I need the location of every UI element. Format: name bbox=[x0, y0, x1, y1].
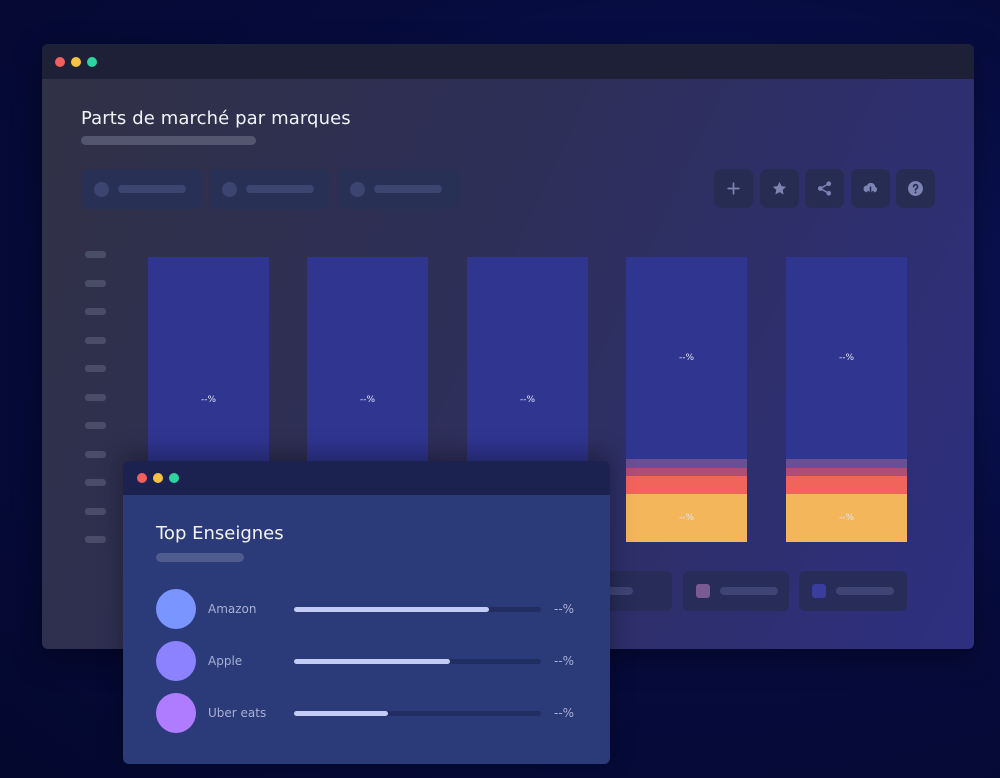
filter-icon-placeholder bbox=[94, 181, 109, 197]
bar-column-4[interactable]: --% --% bbox=[626, 257, 747, 542]
page-title: Parts de marché par marques bbox=[81, 108, 351, 129]
item-value: --% bbox=[554, 706, 575, 720]
maximize-window-button[interactable] bbox=[169, 473, 179, 483]
filter-icon-placeholder bbox=[222, 181, 237, 197]
maximize-window-button[interactable] bbox=[87, 56, 97, 67]
bar-column-5[interactable]: --% --% bbox=[786, 257, 907, 542]
filter-label-placeholder bbox=[374, 185, 442, 193]
add-button[interactable] bbox=[714, 169, 753, 208]
bar-segment[interactable] bbox=[786, 476, 907, 494]
bar-segment[interactable] bbox=[626, 459, 747, 468]
bar-segment[interactable]: --% bbox=[626, 257, 747, 460]
y-axis-tick bbox=[85, 422, 106, 429]
item-value: --% bbox=[554, 654, 575, 668]
filter-label-placeholder bbox=[118, 185, 186, 193]
y-axis-tick bbox=[85, 394, 106, 401]
filter-button-3[interactable] bbox=[337, 169, 461, 209]
filter-button-2[interactable] bbox=[209, 169, 329, 209]
minimize-window-button[interactable] bbox=[153, 473, 163, 483]
legend-item[interactable] bbox=[683, 571, 789, 611]
bar-data-label: --% bbox=[200, 394, 217, 405]
popup-subtitle-placeholder bbox=[156, 553, 244, 562]
help-icon bbox=[908, 181, 923, 196]
bar-segment[interactable]: --% bbox=[786, 257, 907, 460]
avatar bbox=[156, 693, 196, 733]
bar-data-label: --% bbox=[678, 353, 695, 364]
bar-segment[interactable] bbox=[626, 467, 747, 477]
download-button[interactable] bbox=[851, 169, 890, 208]
progress-fill bbox=[294, 659, 450, 664]
item-name: Uber eats bbox=[208, 706, 267, 720]
filter-label-placeholder bbox=[246, 185, 314, 193]
bar-data-label: --% bbox=[359, 394, 376, 405]
y-axis-tick bbox=[85, 280, 106, 287]
progress-track bbox=[294, 711, 541, 716]
bar-data-label: --% bbox=[838, 512, 855, 523]
list-item[interactable]: Apple --% bbox=[156, 641, 586, 681]
item-name: Amazon bbox=[208, 602, 257, 616]
y-axis-tick bbox=[85, 251, 106, 258]
help-button[interactable] bbox=[896, 169, 935, 208]
y-axis-tick bbox=[85, 508, 106, 515]
bar-data-label: --% bbox=[519, 394, 536, 405]
bar-segment[interactable]: --% bbox=[786, 493, 907, 542]
window-titlebar bbox=[42, 44, 974, 79]
filter-icon-placeholder bbox=[350, 181, 365, 197]
legend-swatch bbox=[812, 584, 826, 598]
progress-track bbox=[294, 659, 541, 664]
share-icon bbox=[817, 181, 832, 196]
bar-data-label: --% bbox=[838, 353, 855, 364]
avatar bbox=[156, 589, 196, 629]
plus-icon bbox=[727, 182, 740, 195]
progress-fill bbox=[294, 607, 490, 612]
list-item[interactable]: Amazon --% bbox=[156, 589, 586, 629]
list-item[interactable]: Uber eats --% bbox=[156, 693, 586, 733]
progress-fill bbox=[294, 711, 388, 716]
legend-label-placeholder bbox=[720, 587, 778, 595]
minimize-window-button[interactable] bbox=[71, 56, 81, 67]
y-axis-tick bbox=[85, 479, 106, 486]
y-axis-tick bbox=[85, 451, 106, 458]
cloud-download-icon bbox=[863, 182, 878, 196]
filter-button-1[interactable] bbox=[81, 169, 202, 209]
y-axis-tick bbox=[85, 308, 106, 315]
avatar bbox=[156, 641, 196, 681]
y-axis-tick bbox=[85, 337, 106, 344]
subtitle-placeholder bbox=[81, 136, 256, 145]
y-axis-tick bbox=[85, 536, 106, 543]
close-window-button[interactable] bbox=[137, 473, 147, 483]
bar-segment[interactable]: --% bbox=[626, 493, 747, 542]
y-axis-tick bbox=[85, 365, 106, 372]
bar-segment[interactable] bbox=[786, 459, 907, 468]
star-icon bbox=[772, 181, 787, 195]
item-name: Apple bbox=[208, 654, 243, 668]
legend-label-placeholder bbox=[836, 587, 894, 595]
bar-segment[interactable] bbox=[626, 476, 747, 494]
top-enseignes-window: Top Enseignes Amazon --% Apple --% Uber … bbox=[123, 461, 610, 764]
legend-item[interactable] bbox=[799, 571, 907, 611]
close-window-button[interactable] bbox=[55, 56, 65, 67]
popup-titlebar bbox=[123, 461, 610, 495]
item-value: --% bbox=[554, 602, 575, 616]
bar-segment[interactable] bbox=[786, 467, 907, 477]
share-button[interactable] bbox=[805, 169, 844, 208]
progress-track bbox=[294, 607, 541, 612]
bar-data-label: --% bbox=[678, 512, 695, 523]
popup-title: Top Enseignes bbox=[156, 523, 284, 544]
legend-swatch bbox=[696, 584, 710, 598]
favorite-button[interactable] bbox=[760, 169, 799, 208]
